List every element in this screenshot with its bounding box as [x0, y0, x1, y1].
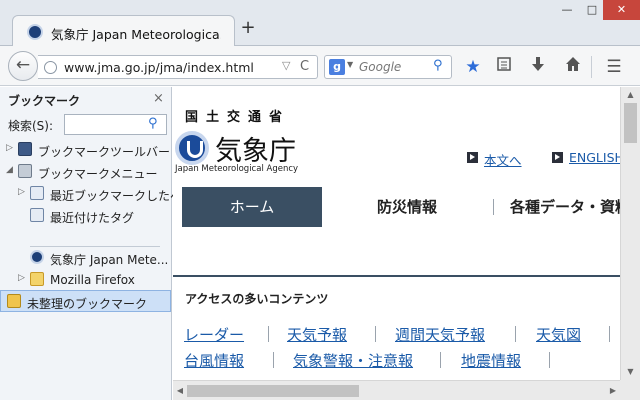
google-engine-icon[interactable]: g [329, 59, 345, 75]
tab-title: 気象庁 Japan Meteorologica... [51, 27, 221, 42]
unsorted-bookmarks-icon [7, 294, 21, 308]
sidebar-item-bookmarks-toolbar[interactable]: ▷ ブックマークツールバー [0, 139, 171, 161]
link-separator [440, 352, 441, 368]
jma-logo-english: Japan Meteorological Agency [175, 164, 299, 174]
menu-folder-icon [18, 164, 32, 178]
link-separator [375, 326, 376, 342]
sidebar-search-input[interactable]: ⚲ [64, 114, 167, 135]
collapse-icon[interactable]: ◢ [6, 165, 13, 175]
link-separator [515, 326, 516, 342]
scroll-left-icon[interactable]: ◀ [173, 381, 187, 400]
quick-link-weather-map[interactable]: 天気図 [536, 324, 581, 345]
horizontal-scrollbar[interactable]: ◀ ▶ [173, 380, 620, 400]
close-window-button[interactable]: ✕ [603, 0, 640, 20]
link-separator [549, 352, 550, 368]
search-icon: ⚲ [148, 116, 158, 131]
url-text: www.jma.go.jp/jma/index.html [64, 60, 254, 75]
search-bar[interactable]: g ▼ Google ⚲ [324, 55, 452, 79]
globe-icon [44, 61, 57, 74]
jma-logo-icon[interactable] [175, 131, 209, 165]
bookmarks-sidebar: ブックマーク × 検索(S): ⚲ ▷ ブックマークツールバー ◢ ブックマーク… [0, 87, 193, 400]
scrollbar-corner [620, 380, 640, 400]
toolbar-separator [591, 56, 592, 78]
sidebar-item-unsorted[interactable]: 未整理のブックマーク [0, 290, 171, 312]
smart-folder-icon [30, 186, 44, 200]
sidebar-title: ブックマーク [8, 94, 81, 108]
skip-to-content-link[interactable]: 本文へ [484, 150, 522, 169]
tab-jma[interactable]: 気象庁 Japan Meteorologica... [12, 15, 235, 47]
arrow-square-icon [467, 152, 478, 163]
link-separator [609, 326, 610, 342]
ministry-name: 国土交通省 [185, 110, 291, 125]
quick-link-earthquake[interactable]: 地震情報 [461, 350, 521, 371]
maximize-button[interactable]: □ [581, 0, 603, 20]
navigation-toolbar: ← www.jma.go.jp/jma/index.html ▽ C g ▼ G… [0, 46, 640, 86]
engine-dropdown-icon[interactable]: ▼ [347, 60, 353, 69]
download-icon[interactable] [527, 56, 549, 78]
horizontal-scroll-thumb[interactable] [187, 385, 359, 397]
menu-icon[interactable]: ☰ [603, 56, 625, 78]
home-icon[interactable] [562, 56, 584, 78]
reading-list-icon[interactable] [493, 56, 515, 78]
minimize-button[interactable]: — [553, 0, 581, 20]
expand-icon[interactable]: ▷ [6, 143, 13, 153]
vertical-scroll-thumb[interactable] [624, 103, 637, 143]
scroll-down-icon[interactable]: ▼ [621, 364, 640, 380]
toolbar-folder-icon [18, 142, 32, 156]
star-icon[interactable]: ★ [462, 56, 484, 78]
sidebar-item-bookmarks-menu[interactable]: ◢ ブックマークメニュー [0, 161, 171, 183]
sidebar-close-icon[interactable]: × [153, 91, 164, 106]
sidebar-item-mozilla-firefox[interactable]: ▷ Mozilla Firefox [0, 269, 171, 291]
expand-icon[interactable]: ▷ [18, 187, 25, 197]
sidebar-item-jma[interactable]: 気象庁 Japan Mete... [0, 247, 171, 269]
nav-home[interactable]: ホーム [182, 187, 322, 227]
quick-link-warnings[interactable]: 気象警報・注意報 [293, 350, 413, 371]
url-bar[interactable]: www.jma.go.jp/jma/index.html ▽ C [38, 55, 318, 79]
search-placeholder: Google [359, 60, 402, 74]
new-tab-button[interactable]: + [240, 19, 256, 37]
scroll-right-icon[interactable]: ▶ [606, 381, 620, 400]
quick-link-typhoon[interactable]: 台風情報 [184, 350, 244, 371]
jma-logo-icon [27, 24, 43, 40]
smart-folder-icon [30, 208, 44, 222]
reload-button[interactable]: C [300, 59, 309, 74]
jma-logo-icon [30, 250, 44, 264]
quick-link-forecast[interactable]: 天気予報 [287, 324, 347, 345]
scroll-up-icon[interactable]: ▲ [621, 87, 640, 103]
tab-strip: 気象庁 Japan Meteorologica... + — □ ✕ [0, 0, 640, 47]
vertical-scrollbar[interactable]: ▲ ▼ [620, 87, 640, 380]
link-separator [268, 326, 269, 342]
popular-content-title: アクセスの多いコンテンツ [185, 292, 329, 306]
sidebar-search-label: 検索(S): [8, 119, 54, 133]
section-divider [173, 275, 620, 277]
nav-separator [493, 199, 494, 215]
back-button[interactable]: ← [8, 51, 38, 81]
quick-link-radar[interactable]: レーダー [184, 324, 244, 345]
sidebar-item-recent-bookmarks[interactable]: ▷ 最近ブックマークしたペ... [0, 183, 193, 205]
nav-disaster-info[interactable]: 防災情報 [377, 187, 437, 227]
nav-data[interactable]: 各種データ・資料 [510, 187, 620, 227]
search-icon[interactable]: ⚲ [433, 58, 443, 73]
jma-logo-text[interactable]: 気象庁 [215, 129, 296, 168]
history-dropmarker[interactable]: ▽ [282, 59, 290, 72]
quick-link-weekly-forecast[interactable]: 週間天気予報 [395, 324, 485, 345]
sidebar-item-recent-tags[interactable]: 最近付けたタグ [0, 205, 171, 227]
english-link[interactable]: ENGLISH [569, 150, 620, 165]
folder-icon [30, 272, 44, 286]
link-separator [273, 352, 274, 368]
global-nav: ホーム 防災情報 各種データ・資料 [173, 187, 620, 227]
arrow-square-icon [552, 152, 563, 163]
web-content: 国土交通省 気象庁 Japan Meteorological Agency 本文… [173, 87, 620, 380]
expand-icon[interactable]: ▷ [18, 273, 25, 283]
